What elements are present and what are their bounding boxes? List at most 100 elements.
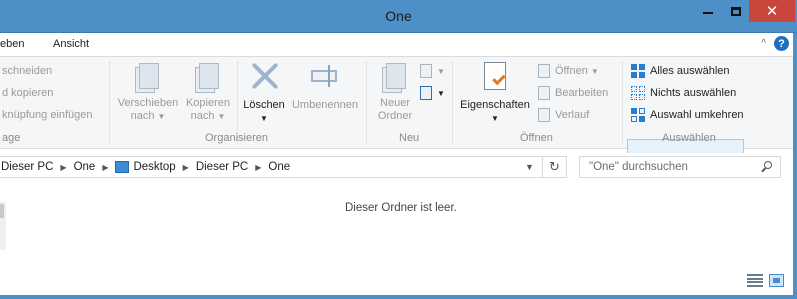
delete-label: Löschen: [243, 99, 285, 111]
group-label-select: Auswählen: [662, 132, 716, 144]
invert-selection-label: Auswahl umkehren: [650, 108, 744, 121]
new-item-button[interactable]: ▼: [420, 64, 445, 78]
delete-icon: [250, 61, 279, 91]
dropdown-caret-icon: ▼: [217, 112, 226, 121]
separator: [109, 61, 110, 145]
move-to-icon: [135, 61, 161, 93]
dropdown-caret-icon: ▼: [437, 88, 445, 98]
breadcrumb-item[interactable]: Desktop: [133, 161, 175, 173]
close-button[interactable]: ✕: [749, 0, 795, 22]
select-none-icon: [631, 86, 645, 100]
copy-path-button[interactable]: d kopieren: [2, 87, 53, 99]
file-list-area[interactable]: Dieser Ordner ist leer.: [0, 182, 797, 299]
history-icon: [538, 108, 550, 122]
select-none-button[interactable]: Nichts auswählen: [631, 86, 736, 100]
collapse-ribbon-icon[interactable]: ^: [761, 38, 766, 49]
new-folder-button[interactable]: Neuer Ordner: [372, 61, 418, 123]
refresh-button[interactable]: ↻: [543, 156, 567, 178]
group-label-organize: Organisieren: [205, 132, 268, 144]
title-bar: One ✕: [0, 0, 797, 33]
ribbon: schneiden d kopieren knüpfung einfügen a…: [0, 57, 797, 159]
address-dropdown-icon[interactable]: ▼: [525, 162, 534, 172]
maximize-icon: [731, 6, 741, 16]
address-bar[interactable]: Dieser PC ▶ One ▶ Desktop ▶ Dieser PC ▶ …: [0, 156, 543, 178]
cut-button[interactable]: schneiden: [2, 65, 52, 77]
invert-selection-icon: [631, 108, 645, 122]
edit-icon: [538, 86, 550, 100]
navigation-pane-scrollbar[interactable]: [0, 204, 4, 218]
open-label: Öffnen: [555, 64, 588, 77]
move-to-label: Verschieben: [117, 97, 179, 109]
breadcrumb-arrow-icon[interactable]: ▶: [102, 163, 108, 172]
search-input[interactable]: "One" durchsuchen: [579, 156, 781, 178]
dropdown-caret-icon: ▼: [437, 66, 445, 76]
separator: [452, 61, 453, 145]
minimize-button[interactable]: [694, 0, 722, 22]
group-label-open: Öffnen: [520, 132, 553, 144]
minimize-icon: [703, 12, 713, 14]
history-button[interactable]: Verlauf: [538, 108, 589, 122]
window-title: One: [385, 8, 412, 24]
new-folder-label-1: Neuer: [380, 97, 410, 109]
copy-to-sub-label: nach: [190, 110, 215, 122]
tab-view[interactable]: Ansicht: [53, 38, 89, 50]
move-to-button[interactable]: Verschieben nach ▼: [115, 61, 181, 123]
copy-to-icon: [195, 61, 221, 93]
invert-selection-button[interactable]: Auswahl umkehren: [631, 108, 744, 122]
delete-button[interactable]: Löschen ▼: [240, 61, 288, 125]
breadcrumb-item[interactable]: Dieser PC: [196, 161, 248, 173]
properties-label: Eigenschaften: [460, 99, 530, 111]
separator: [366, 61, 367, 145]
select-all-icon: [631, 64, 645, 78]
breadcrumb: Dieser PC ▶ One ▶ Desktop ▶ Dieser PC ▶ …: [1, 161, 290, 173]
history-label: Verlauf: [555, 108, 590, 121]
new-item-icon: [420, 64, 432, 78]
refresh-icon: ↻: [549, 159, 560, 174]
dropdown-caret-icon: ▼: [590, 66, 599, 76]
new-folder-icon: [382, 61, 408, 93]
new-folder-label-2: Ordner: [377, 110, 413, 122]
copy-to-label: Kopieren: [185, 97, 231, 109]
easy-access-button[interactable]: ▼: [420, 86, 445, 100]
edit-button[interactable]: Bearbeiten: [538, 86, 608, 100]
separator: [622, 61, 623, 145]
search-icon[interactable]: [761, 161, 773, 173]
breadcrumb-arrow-icon[interactable]: ▶: [183, 163, 189, 172]
properties-button[interactable]: Eigenschaften ▼: [456, 61, 534, 125]
details-view-icon[interactable]: [747, 274, 763, 287]
group-label-clipboard: age: [2, 132, 21, 144]
dropdown-caret-icon: ▼: [260, 114, 268, 123]
view-switcher: [747, 274, 784, 287]
dropdown-caret-icon: ▼: [157, 112, 166, 121]
desktop-icon: [115, 161, 130, 173]
address-bar-row: Dieser PC ▶ One ▶ Desktop ▶ Dieser PC ▶ …: [0, 153, 797, 180]
group-label-new: Neu: [399, 132, 420, 144]
breadcrumb-item[interactable]: One: [74, 161, 96, 173]
open-icon: [538, 64, 550, 78]
rename-button[interactable]: Umbenennen: [289, 61, 361, 112]
help-icon[interactable]: ?: [774, 36, 789, 51]
window-frame-bottom: [0, 295, 797, 299]
select-all-label: Alles auswählen: [650, 64, 730, 77]
breadcrumb-arrow-icon[interactable]: ▶: [60, 163, 66, 172]
open-button[interactable]: Öffnen ▼: [538, 64, 599, 78]
easy-access-icon: [420, 86, 432, 100]
empty-folder-message: Dieser Ordner ist leer.: [345, 202, 457, 214]
copy-to-button[interactable]: Kopieren nach ▼: [181, 61, 235, 123]
breadcrumb-arrow-icon[interactable]: ▶: [255, 163, 261, 172]
paste-shortcut-button[interactable]: knüpfung einfügen: [2, 109, 93, 121]
dropdown-caret-icon: ▼: [491, 114, 499, 123]
tab-share[interactable]: eben: [0, 38, 24, 50]
rename-label: Umbenennen: [291, 99, 359, 111]
maximize-button[interactable]: [722, 0, 750, 22]
search-placeholder: "One" durchsuchen: [589, 161, 688, 173]
large-icons-view-icon[interactable]: [769, 274, 784, 287]
edit-label: Bearbeiten: [555, 86, 609, 99]
window-frame-right: [793, 33, 797, 299]
breadcrumb-item[interactable]: One: [268, 161, 290, 173]
properties-icon: [481, 61, 509, 93]
rename-icon: [309, 61, 341, 91]
breadcrumb-item[interactable]: Dieser PC: [1, 161, 53, 173]
select-all-button[interactable]: Alles auswählen: [631, 64, 730, 78]
select-none-label: Nichts auswählen: [650, 86, 737, 99]
